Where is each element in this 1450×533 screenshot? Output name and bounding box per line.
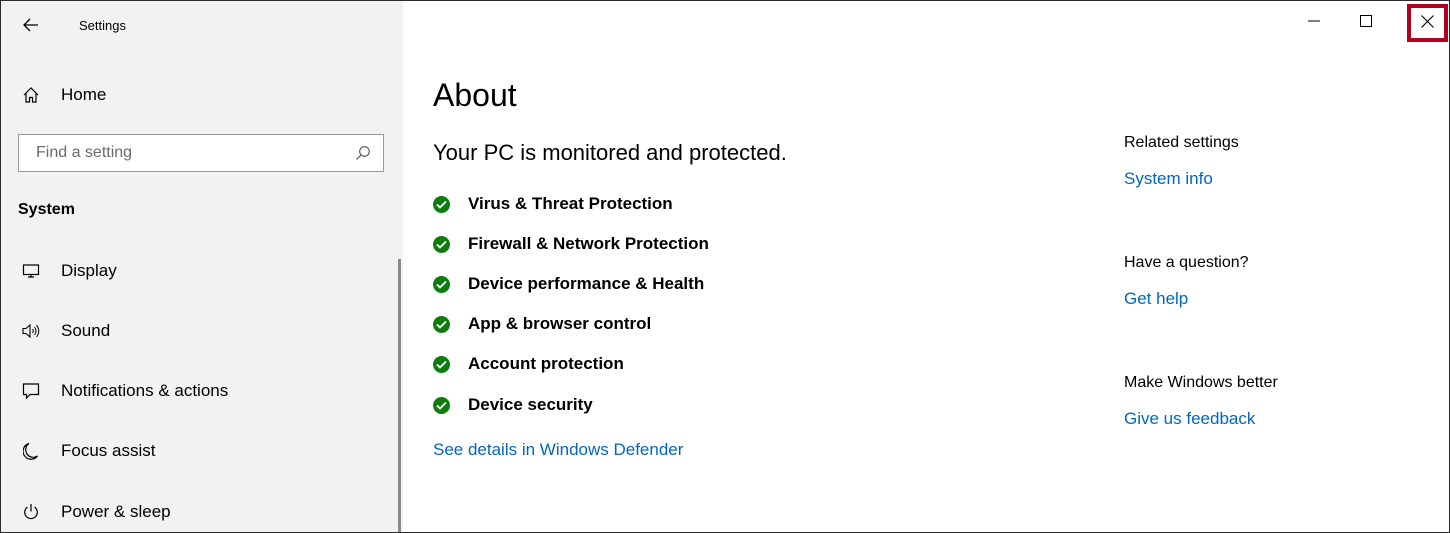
sidebar-scrollbar[interactable] (398, 259, 401, 532)
protection-label: Device security (468, 395, 593, 414)
check-circle-icon (433, 195, 450, 213)
speaker-icon (1, 323, 61, 339)
close-button[interactable] (1404, 1, 1449, 41)
question-heading: Have a question? (1124, 254, 1249, 271)
protection-label: App & browser control (468, 314, 652, 333)
related-settings-heading: Related settings (1124, 134, 1239, 151)
back-arrow-icon (23, 18, 38, 32)
check-circle-icon (433, 235, 450, 253)
close-icon (1420, 14, 1434, 28)
maximize-icon (1360, 15, 1372, 27)
maximize-button[interactable] (1343, 1, 1389, 41)
sidebar-item-label: Sound (61, 321, 111, 340)
search-icon (356, 146, 370, 160)
protection-item: Firewall & Network Protection (433, 232, 709, 256)
display-icon (1, 263, 61, 279)
sidebar-item-label: Display (61, 261, 117, 280)
sidebar-item-label: Notifications & actions (61, 381, 229, 400)
minimize-icon (1308, 20, 1320, 22)
section-title-system: System (18, 201, 75, 218)
system-info-link[interactable]: System info (1124, 169, 1213, 189)
protection-item: App & browser control (433, 312, 651, 336)
protection-status-heading: Your PC is monitored and protected. (433, 140, 787, 165)
app-title: Settings (79, 17, 126, 33)
back-button[interactable] (1, 1, 61, 49)
search-input[interactable]: Find a setting (18, 134, 384, 172)
minimize-button[interactable] (1291, 1, 1337, 41)
protection-label: Virus & Threat Protection (468, 194, 673, 213)
sidebar-item-label: Home (61, 85, 107, 104)
title-bar: Settings (1, 1, 403, 49)
windows-defender-details-link[interactable]: See details in Windows Defender (433, 440, 683, 460)
sidebar-item-power-sleep[interactable]: Power & sleep (1, 490, 399, 532)
sidebar-item-sound[interactable]: Sound (1, 309, 399, 353)
protection-label: Account protection (468, 354, 624, 373)
settings-window: Settings Home Find a setting System Disp… (0, 0, 1450, 533)
moon-icon (1, 442, 61, 460)
check-circle-icon (433, 275, 450, 293)
get-help-link[interactable]: Get help (1124, 289, 1188, 309)
sidebar-item-notifications[interactable]: Notifications & actions (1, 369, 399, 413)
notification-icon (1, 382, 61, 400)
check-circle-icon (433, 396, 450, 414)
sidebar-item-label: Focus assist (61, 441, 156, 460)
power-icon (1, 503, 61, 521)
sidebar-item-display[interactable]: Display (1, 249, 399, 293)
sidebar-item-home[interactable]: Home (1, 73, 403, 117)
give-feedback-link[interactable]: Give us feedback (1124, 409, 1255, 429)
home-icon (1, 86, 61, 104)
protection-label: Device performance & Health (468, 274, 705, 293)
sidebar: Settings Home Find a setting System Disp… (1, 1, 403, 532)
protection-item: Account protection (433, 352, 624, 376)
page-title: About (433, 77, 517, 113)
protection-item: Virus & Threat Protection (433, 192, 673, 216)
protection-item: Device security (433, 393, 593, 417)
sidebar-item-label: Power & sleep (61, 502, 171, 521)
protection-item: Device performance & Health (433, 272, 704, 296)
check-circle-icon (433, 315, 450, 333)
sidebar-item-focus-assist[interactable]: Focus assist (1, 429, 399, 473)
check-circle-icon (433, 355, 450, 373)
feedback-heading: Make Windows better (1124, 374, 1278, 391)
protection-label: Firewall & Network Protection (468, 234, 709, 253)
search-placeholder: Find a setting (36, 144, 133, 161)
